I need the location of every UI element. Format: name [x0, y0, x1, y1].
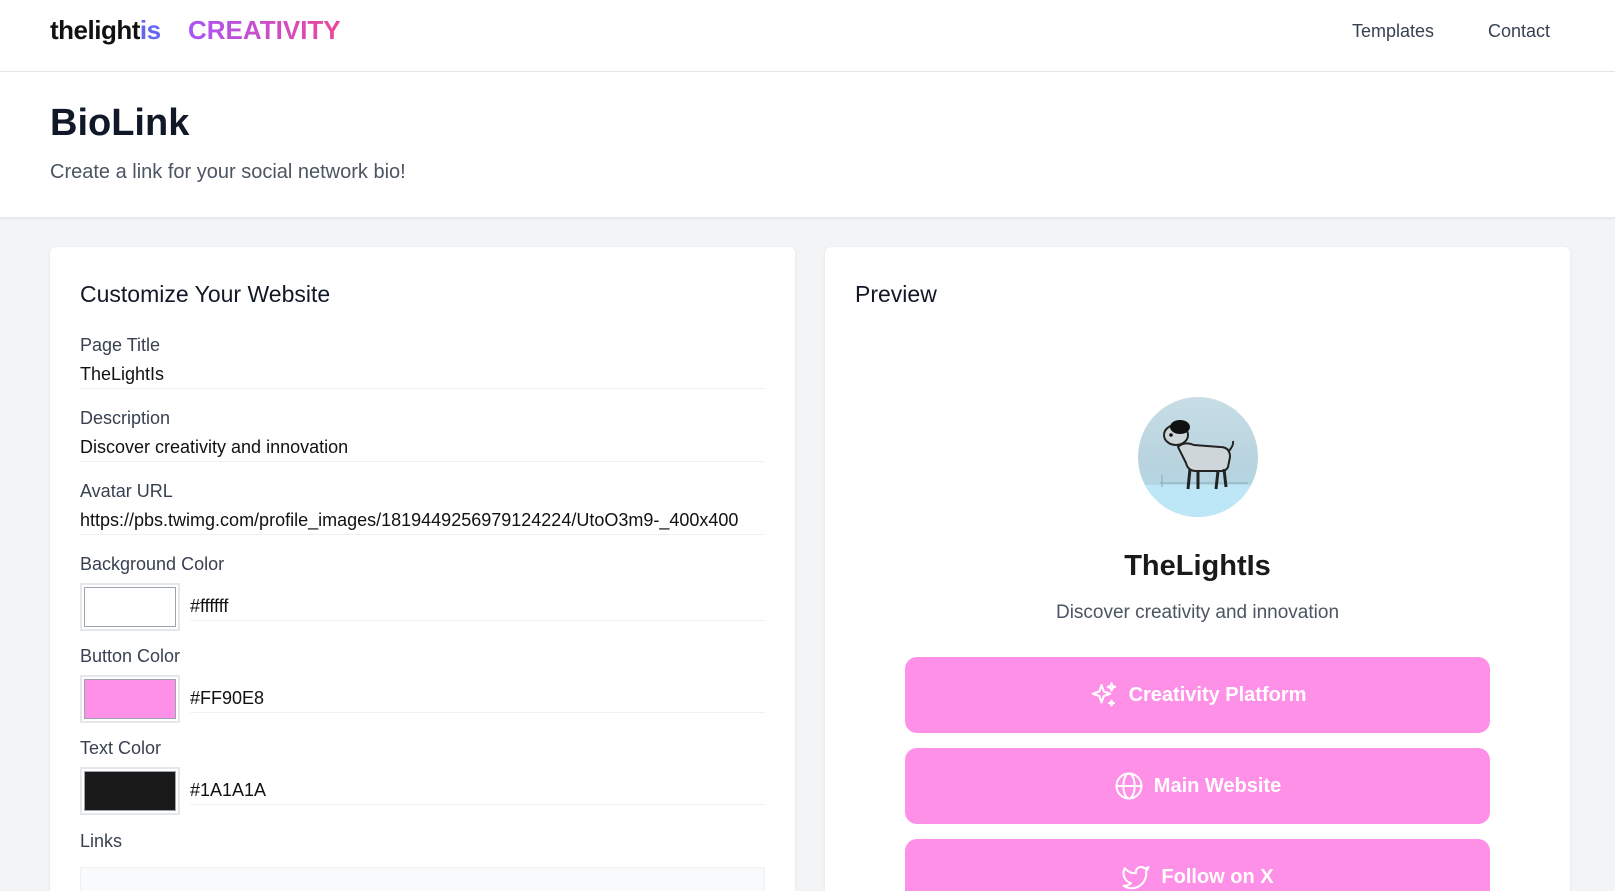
- twitter-icon: [1122, 866, 1150, 890]
- nav-link-contact[interactable]: Contact: [1488, 21, 1550, 42]
- button-color-picker[interactable]: [80, 675, 180, 723]
- page-subtitle: Create a link for your social network bi…: [50, 161, 406, 183]
- page-title: BioLink: [50, 102, 190, 144]
- text-color-picker[interactable]: [80, 767, 180, 815]
- button-color-label: Button Color: [80, 646, 181, 666]
- page-title-label: Page Title: [80, 335, 161, 355]
- text-color-input[interactable]: [190, 777, 765, 805]
- preview-button-label: Follow on X: [1161, 865, 1274, 888]
- top-nav: thelightis CREATIVITY Templates Contact: [0, 0, 1615, 72]
- description-label: Description: [80, 408, 171, 428]
- preview-button-main-website[interactable]: Main Website: [905, 748, 1490, 824]
- preview-button-creativity-platform[interactable]: Creativity Platform: [905, 657, 1490, 733]
- avatar: [1138, 397, 1258, 517]
- brand-logo[interactable]: thelightis: [50, 15, 161, 46]
- background-color-label: Background Color: [80, 554, 225, 574]
- button-color-input[interactable]: [190, 685, 765, 713]
- links-label: Links: [80, 831, 123, 851]
- text-color-swatch: [84, 771, 176, 811]
- description-input[interactable]: [80, 434, 765, 462]
- brand-logo-part1: thelight: [50, 15, 140, 45]
- sparkles-icon: [1091, 682, 1116, 707]
- customize-heading: Customize Your Website: [80, 281, 331, 307]
- brand-logo-part2: is: [139, 15, 161, 45]
- customize-card: Customize Your Website Page Title Descri…: [50, 247, 795, 891]
- avatar-url-input[interactable]: [80, 507, 765, 535]
- preview-button-label: Creativity Platform: [1128, 683, 1307, 706]
- section-title[interactable]: CREATIVITY: [188, 15, 341, 46]
- background-color-input[interactable]: [190, 593, 765, 621]
- background-color-swatch: [84, 587, 176, 627]
- globe-icon: [1115, 772, 1143, 800]
- page-header: BioLink Create a link for your social ne…: [0, 72, 1615, 218]
- preview-heading: Preview: [855, 281, 937, 307]
- button-color-swatch: [84, 679, 176, 719]
- page-title-input[interactable]: [80, 361, 765, 389]
- preview-button-follow-x[interactable]: Follow on X: [905, 839, 1490, 891]
- goat-avatar-icon: [1138, 420, 1258, 517]
- preview-title: TheLightIs: [1124, 550, 1271, 582]
- text-color-label: Text Color: [80, 738, 162, 758]
- nav-link-templates[interactable]: Templates: [1352, 21, 1434, 42]
- avatar-url-label: Avatar URL: [80, 481, 173, 501]
- links-editor[interactable]: [80, 867, 765, 891]
- preview-description: Discover creativity and innovation: [1055, 602, 1340, 623]
- background-color-picker[interactable]: [80, 583, 180, 631]
- preview-card: Preview TheLightIs Discover creativity a…: [825, 247, 1570, 891]
- preview-button-label: Main Website: [1153, 774, 1282, 797]
